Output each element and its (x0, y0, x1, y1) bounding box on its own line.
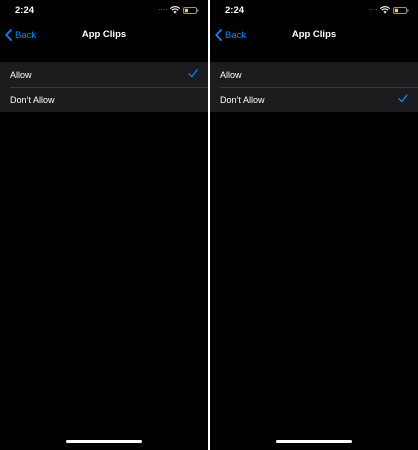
phone-screen-right: 2:24 .... Back App Clips Allow Don’t All… (210, 0, 418, 450)
options-list: Allow Don’t Allow (210, 62, 418, 112)
navigation-bar: Back App Clips (0, 24, 208, 46)
comparison-container: 2:24 .... Back App Clips Allow Don’t All… (0, 0, 418, 450)
option-label: Don’t Allow (10, 94, 55, 105)
cellular-signal-icon: .... (158, 5, 168, 12)
page-title: App Clips (81, 29, 127, 40)
phone-screen-left: 2:24 .... Back App Clips Allow Don’t All… (0, 0, 208, 450)
battery-low-icon (393, 7, 409, 14)
status-time: 2:24 (15, 5, 35, 16)
wifi-icon (380, 6, 390, 14)
status-bar: 2:24 .... (210, 0, 418, 22)
checkmark-icon (188, 69, 198, 78)
checkmark-icon (398, 94, 408, 103)
option-dont-allow[interactable]: Don’t Allow (210, 87, 418, 112)
options-list: Allow Don’t Allow (0, 62, 208, 112)
option-allow[interactable]: Allow (0, 62, 208, 87)
option-label: Allow (10, 69, 32, 80)
navigation-bar: Back App Clips (210, 24, 418, 46)
cellular-signal-icon: .... (368, 5, 378, 12)
page-title: App Clips (291, 29, 337, 40)
option-label: Allow (220, 69, 242, 80)
option-label: Don’t Allow (220, 94, 265, 105)
option-dont-allow[interactable]: Don’t Allow (0, 87, 208, 112)
home-indicator[interactable] (66, 440, 142, 443)
status-time: 2:24 (225, 5, 245, 16)
wifi-icon (170, 6, 180, 14)
home-indicator[interactable] (276, 440, 352, 443)
status-bar: 2:24 .... (0, 0, 208, 22)
battery-low-icon (183, 7, 199, 14)
option-allow[interactable]: Allow (210, 62, 418, 87)
